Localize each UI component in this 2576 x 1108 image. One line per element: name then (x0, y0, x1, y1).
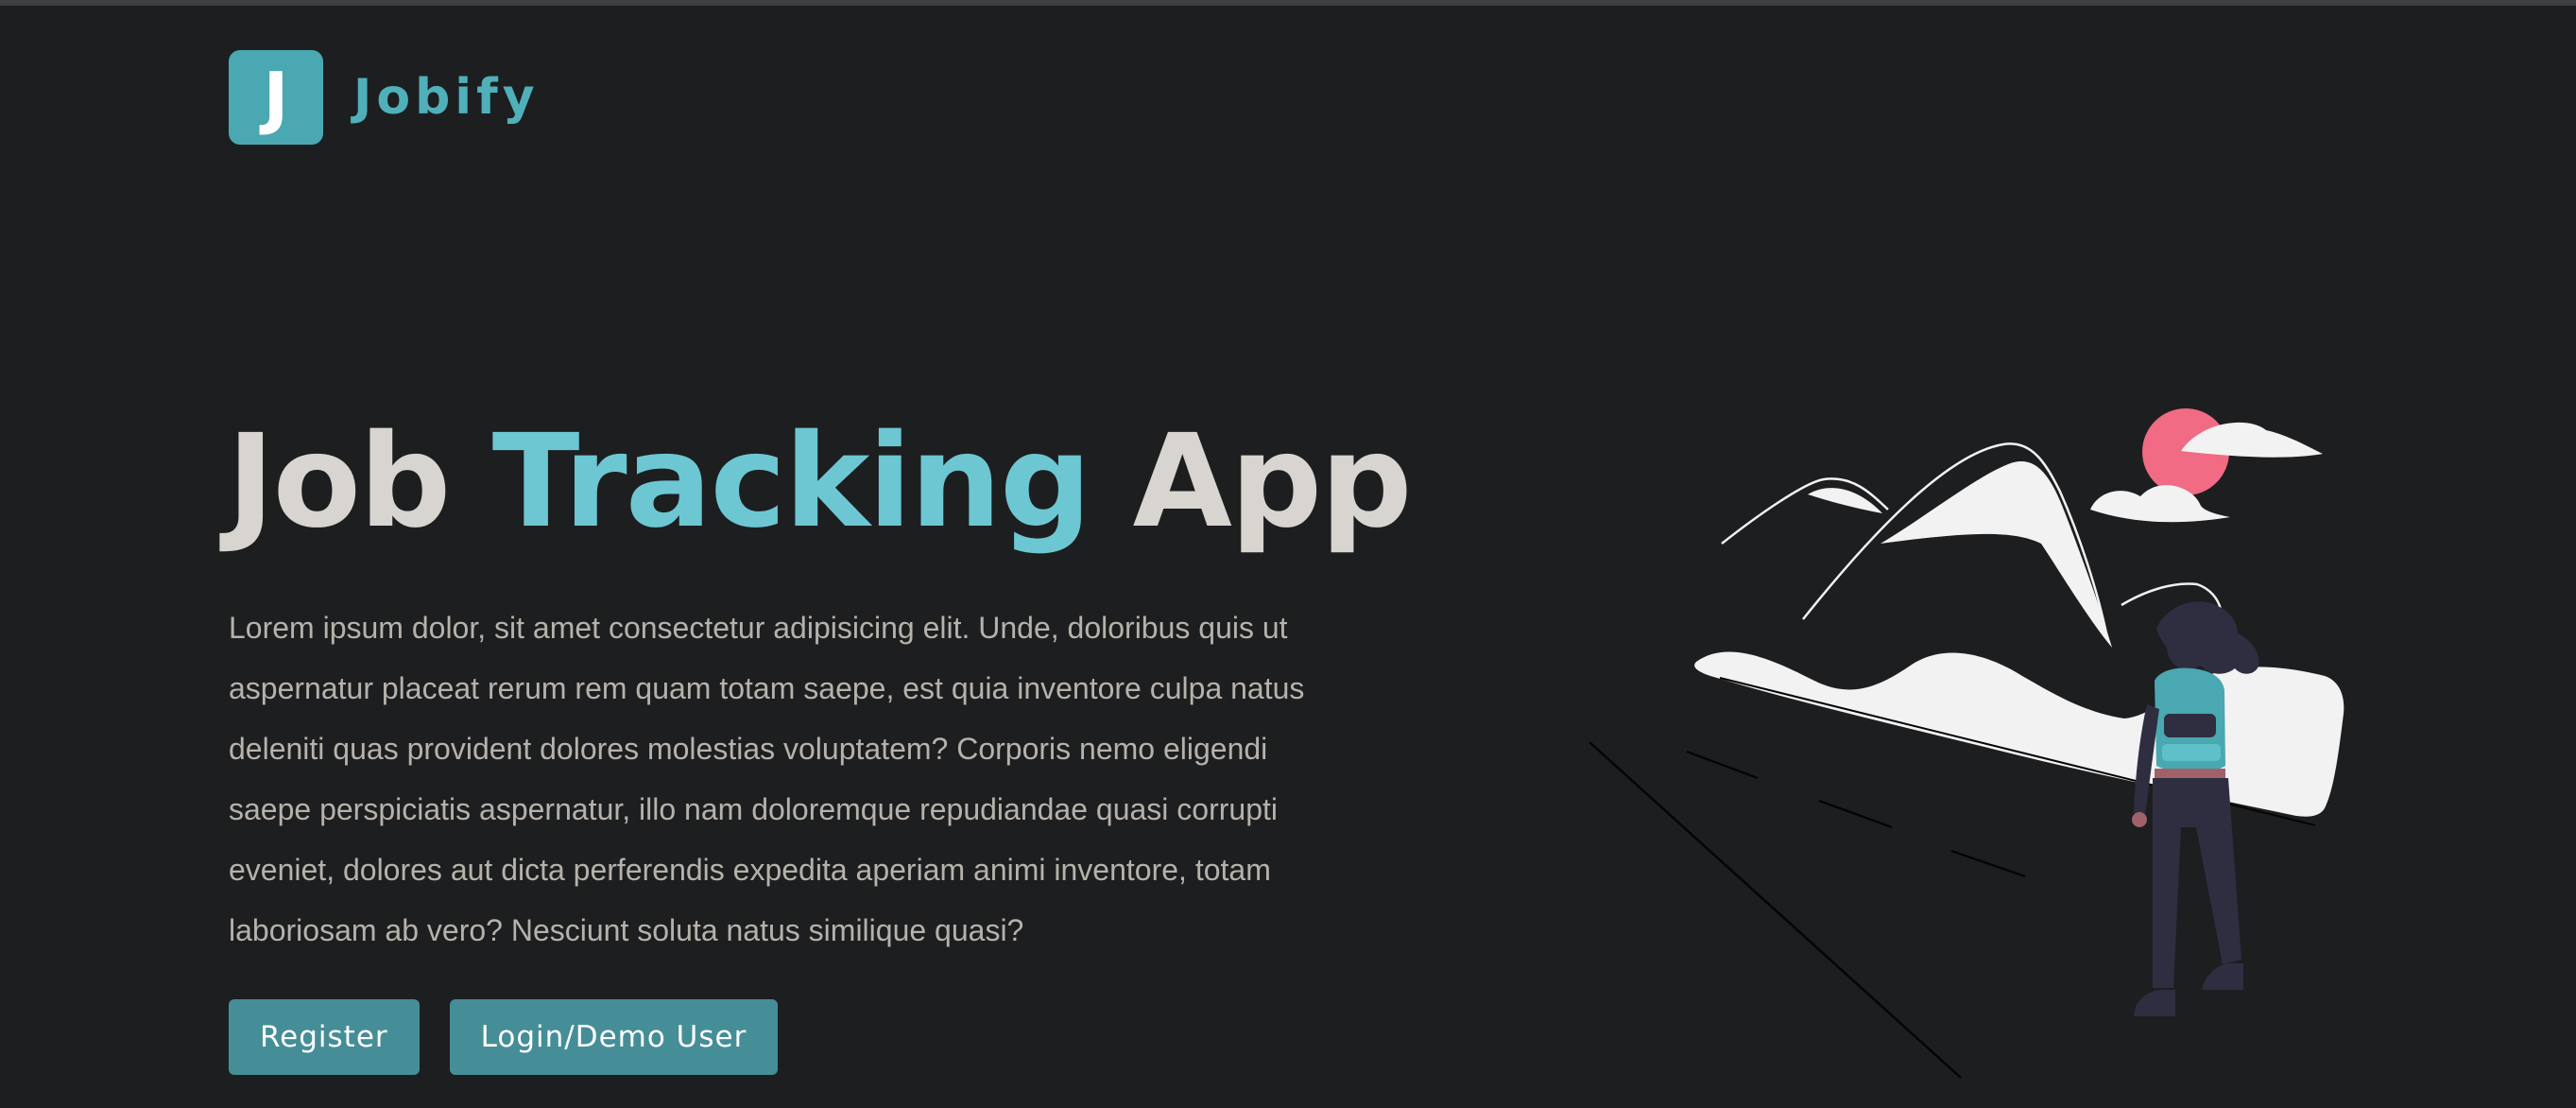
hiker-mountains-illustration-icon (1589, 408, 2344, 1079)
register-button[interactable]: Register (229, 999, 420, 1075)
title-part-job: Job (227, 407, 492, 557)
hero-description: Lorem ipsum dolor, sit amet consectetur … (229, 611, 1305, 947)
road-dash (1950, 849, 2026, 878)
title-part-app: App (1090, 407, 1413, 557)
login-demo-button[interactable]: Login/Demo User (449, 999, 779, 1075)
window-top-border (0, 0, 2576, 6)
logo-letter: J (263, 58, 289, 137)
mountain-outline (1721, 477, 1889, 545)
hero-buttons: Register Login/Demo User (229, 999, 779, 1075)
logo-icon[interactable]: J (229, 50, 323, 145)
cloud-shape (2090, 485, 2230, 523)
road-edge-line (1589, 741, 1962, 1079)
navbar: J Jobify (229, 50, 540, 145)
brand-name[interactable]: Jobify (353, 69, 540, 126)
page-title: Job Tracking App (227, 407, 1413, 558)
snow-peak (1880, 461, 2112, 648)
road-dash (1818, 799, 1893, 829)
snow-peak (1808, 488, 1882, 513)
hero-section: Job Tracking App Lorem ipsum dolor, sit … (227, 407, 1413, 1075)
title-accent: Tracking (491, 407, 1092, 557)
hiker-figure (2132, 601, 2259, 1016)
ground-shape (1694, 651, 2344, 817)
road-dash (1686, 750, 1759, 780)
